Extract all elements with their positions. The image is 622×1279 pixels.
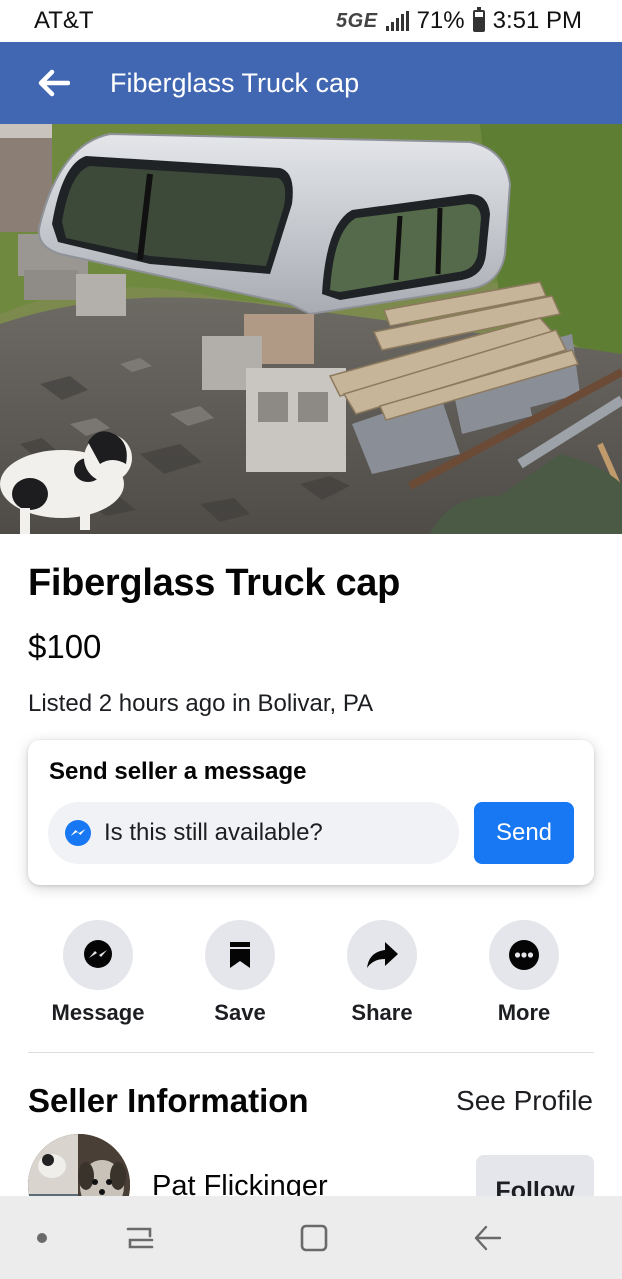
listing-title: Fiberglass Truck cap: [28, 562, 401, 604]
see-profile-link[interactable]: See Profile: [456, 1085, 593, 1117]
status-indicators: 5GE 71% 3:51 PM: [336, 7, 582, 35]
send-message-card: Send seller a message Is this still avai…: [28, 740, 594, 885]
more-action-button[interactable]: More: [464, 920, 584, 1026]
dot-icon: [37, 1232, 47, 1243]
battery-percent: 71%: [416, 7, 465, 34]
signal-strength-icon: [385, 11, 409, 31]
listing-photo-illustration: [0, 124, 622, 534]
message-input[interactable]: Is this still available?: [48, 802, 459, 864]
send-message-title: Send seller a message: [49, 758, 307, 785]
home-square-icon: [300, 1224, 328, 1251]
share-action-button[interactable]: Share: [322, 920, 442, 1026]
listing-meta: Listed 2 hours ago in Bolivar, PA: [28, 690, 374, 717]
action-label: Share: [351, 1000, 413, 1025]
action-label: Message: [51, 1000, 145, 1025]
back-arrow-icon: [38, 69, 70, 97]
status-bar: AT&T 5GE 71% 3:51 PM: [0, 0, 622, 42]
nav-back-button[interactable]: [448, 1196, 528, 1279]
app-bar-title: Fiberglass Truck cap: [110, 67, 360, 98]
listing-price: $100: [28, 628, 102, 665]
action-row: Message Save Share More: [0, 920, 622, 1030]
nav-dot-button[interactable]: [2, 1196, 82, 1279]
carrier-label: AT&T: [34, 7, 94, 34]
clock: 3:51 PM: [492, 7, 582, 34]
seller-info-heading: Seller Information: [28, 1082, 309, 1119]
system-nav-bar: [0, 1196, 622, 1279]
battery-icon: [472, 7, 485, 32]
recent-apps-icon: [126, 1227, 154, 1248]
listing-photo[interactable]: [0, 124, 622, 534]
message-input-value: Is this still available?: [104, 819, 323, 846]
more-action-circle: [489, 920, 559, 990]
save-action-button[interactable]: Save: [180, 920, 300, 1026]
messenger-icon: [84, 940, 112, 968]
action-label: Save: [214, 1000, 266, 1025]
send-button[interactable]: Send: [474, 802, 574, 864]
bookmark-icon: [230, 942, 250, 968]
section-divider: [28, 1052, 594, 1053]
messenger-icon: [65, 820, 91, 846]
action-label: More: [497, 1000, 551, 1025]
recent-apps-button[interactable]: [100, 1196, 180, 1279]
back-chevron-icon: [474, 1225, 502, 1250]
home-button[interactable]: [274, 1196, 354, 1279]
back-button[interactable]: [0, 42, 110, 124]
app-bar: Fiberglass Truck cap: [0, 42, 622, 124]
save-action-circle: [205, 920, 275, 990]
share-action-circle: [347, 920, 417, 990]
share-arrow-icon: [367, 942, 398, 968]
message-action-circle: [63, 920, 133, 990]
network-type: 5GE: [336, 9, 378, 32]
message-action-button[interactable]: Message: [38, 920, 158, 1026]
more-dots-icon: [509, 940, 539, 970]
